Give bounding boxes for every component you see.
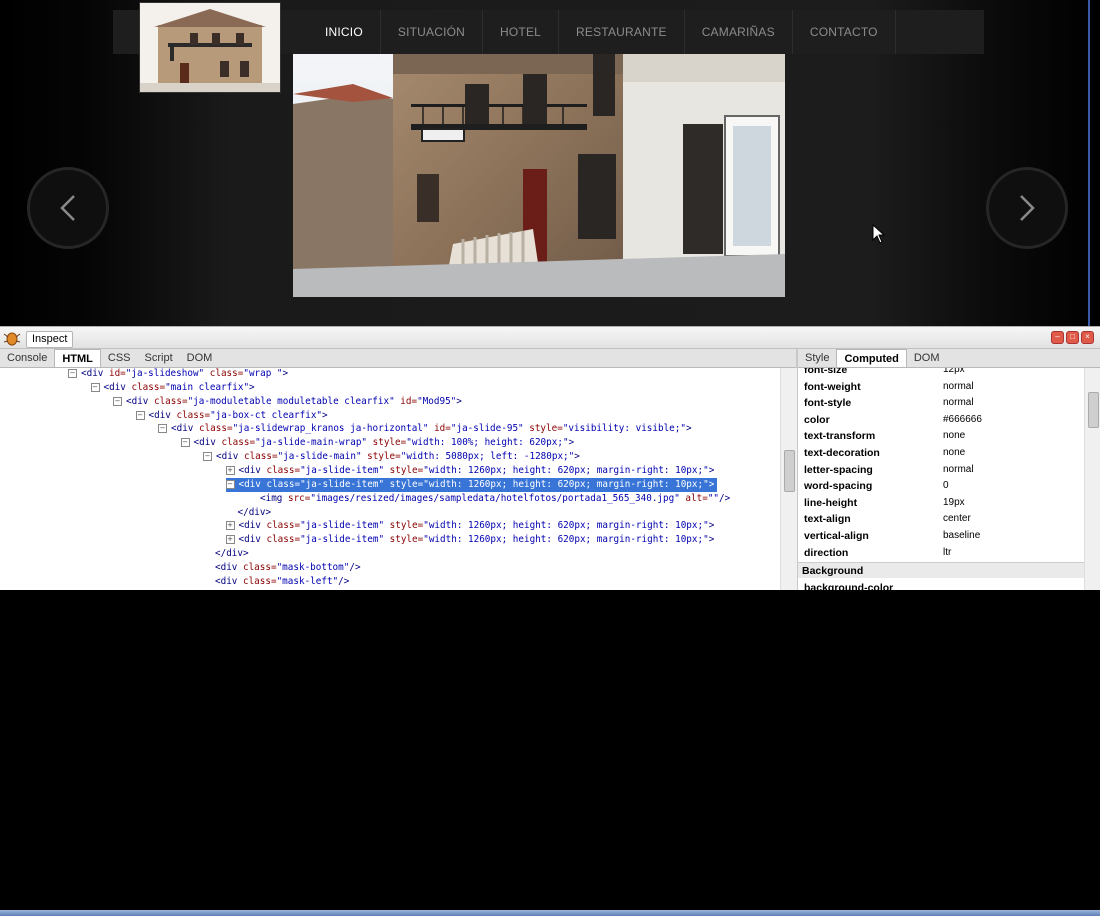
side-panel-tab-bar: Style Computed DOM bbox=[798, 349, 1100, 368]
computed-prop-value: ltr bbox=[943, 546, 952, 558]
scrollbar-thumb[interactable] bbox=[1088, 392, 1099, 428]
html-node-selected[interactable]: − <div class="ja-slide-item" style="width… bbox=[225, 477, 718, 492]
computed-prop-name: text-decoration bbox=[804, 447, 880, 459]
collapse-icon[interactable]: − bbox=[203, 452, 212, 462]
computed-prop-name: line-height bbox=[804, 496, 858, 509]
html-node-row[interactable]: <div class="mask-left"/> bbox=[215, 575, 349, 589]
computed-prop-value: baseline bbox=[943, 530, 981, 541]
computed-style-panel: Background background-color font-size 12p… bbox=[798, 368, 1084, 590]
html-node-row[interactable]: </div> bbox=[215, 547, 249, 561]
html-tree-panel: − <div id="ja-slideshow" class="wrap "> − <… bbox=[0, 368, 780, 590]
computed-prop-value: normal bbox=[943, 397, 974, 409]
collapse-icon[interactable]: − bbox=[158, 424, 167, 434]
html-node-row[interactable]: <div class="mask-bottom"/> bbox=[215, 561, 361, 575]
tab-css[interactable]: CSS bbox=[101, 349, 138, 367]
slide-prev-button[interactable] bbox=[27, 167, 109, 249]
firebug-toolbar: Inspect – □ × bbox=[0, 326, 1100, 349]
taskbar-strip bbox=[0, 910, 1100, 916]
computed-prop-name: font-style bbox=[804, 397, 852, 410]
menu-item-restaurante[interactable]: RESTAURANTE bbox=[559, 10, 685, 54]
collapse-icon[interactable]: − bbox=[135, 410, 145, 420]
computed-prop-name: font-weight bbox=[804, 380, 861, 393]
html-node-row[interactable]: − <div class="ja-slide-main-wrap" style="… bbox=[180, 436, 574, 450]
html-node-row[interactable]: + <div class="ja-slide-item" style="width… bbox=[225, 464, 714, 478]
mouse-cursor-icon bbox=[872, 223, 886, 249]
side-tab-dom[interactable]: DOM bbox=[907, 349, 947, 367]
computed-prop-value: 19px bbox=[943, 496, 965, 508]
style-panel-scrollbar[interactable] bbox=[1084, 368, 1100, 590]
collapse-icon[interactable]: − bbox=[180, 438, 190, 448]
tab-dom[interactable]: DOM bbox=[180, 349, 220, 367]
html-node-row[interactable]: − <div id="ja-slideshow" class="wrap "> bbox=[68, 368, 288, 381]
html-node-row[interactable]: − <div class="ja-moduletable moduletable … bbox=[113, 395, 462, 409]
collapse-icon[interactable]: − bbox=[90, 382, 100, 392]
html-panel-scrollbar[interactable] bbox=[780, 368, 797, 590]
expand-icon[interactable]: + bbox=[225, 465, 235, 475]
computed-prop-value: 0 bbox=[943, 480, 949, 492]
expand-icon[interactable]: + bbox=[225, 521, 235, 531]
main-menu: INICIO SITUACIÓN HOTEL RESTAURANTE CAMARIÑAS… bbox=[308, 10, 896, 54]
html-node-row[interactable]: − <div class="main clearfix"> bbox=[90, 381, 255, 395]
computed-prop-value: center bbox=[943, 513, 971, 525]
firebug-tab-bar: Console HTML CSS Script DOM bbox=[0, 349, 796, 368]
html-node-row[interactable]: + <div class="ja-slide-item" style="width… bbox=[225, 533, 714, 547]
hotel-logo-image[interactable] bbox=[139, 2, 281, 93]
html-node-row[interactable]: <img src="images/resized/images/sampleda… bbox=[260, 492, 730, 506]
collapse-icon[interactable]: − bbox=[113, 396, 122, 406]
slideshow-image[interactable] bbox=[293, 54, 785, 297]
tab-html[interactable]: HTML bbox=[54, 349, 101, 367]
computed-prop-name: letter-spacing bbox=[804, 463, 873, 476]
computed-prop-value: normal bbox=[943, 463, 974, 475]
viewport-edge-line bbox=[1088, 0, 1090, 326]
computed-prop-value: normal bbox=[943, 380, 974, 392]
computed-prop-value: #666666 bbox=[943, 413, 982, 425]
menu-item-situación[interactable]: SITUACIÓN bbox=[381, 10, 484, 54]
computed-prop-name: direction bbox=[804, 546, 849, 559]
collapse-icon[interactable]: − bbox=[68, 369, 77, 378]
html-node-row[interactable]: − <div class="ja-box-ct clearfix"> bbox=[135, 409, 328, 423]
maximize-icon[interactable]: □ bbox=[1066, 331, 1079, 344]
collapse-icon[interactable]: − bbox=[225, 479, 235, 489]
menu-item-hotel[interactable]: HOTEL bbox=[483, 10, 560, 54]
scrollbar-thumb[interactable] bbox=[784, 450, 795, 492]
computed-prop-name: text-transform bbox=[804, 430, 876, 443]
inspect-button[interactable]: Inspect bbox=[26, 331, 74, 348]
firebug-icon[interactable] bbox=[3, 330, 21, 351]
html-node-row[interactable]: − <div class="ja-slidewrap_kranos ja-hori… bbox=[158, 422, 692, 436]
menu-item-camariñas[interactable]: CAMARIÑAS bbox=[685, 10, 793, 54]
computed-prop-name: vertical-align bbox=[804, 530, 869, 542]
menu-item-inicio[interactable]: INICIO bbox=[308, 10, 381, 54]
expand-icon[interactable]: + bbox=[225, 535, 235, 545]
menu-item-contacto[interactable]: CONTACTO bbox=[793, 10, 896, 54]
computed-prop-name: text-align bbox=[804, 513, 851, 526]
close-icon[interactable]: × bbox=[1081, 331, 1094, 344]
computed-prop-value: 12px bbox=[943, 368, 965, 375]
computed-prop-name: word-spacing bbox=[804, 480, 873, 493]
computed-prop-name: font-size bbox=[804, 368, 848, 376]
section-header-background[interactable]: Background bbox=[798, 562, 1084, 578]
tab-console[interactable]: Console bbox=[0, 349, 54, 367]
computed-prop-value: none bbox=[943, 430, 966, 442]
html-node-row[interactable]: + <div class="ja-slide-item" style="width… bbox=[225, 519, 714, 533]
window-controls: – □ × bbox=[1051, 331, 1094, 344]
tab-script[interactable]: Script bbox=[138, 349, 180, 367]
firebug-panel: Inspect – □ × Console HTML CSS Script DOM St… bbox=[0, 326, 1100, 916]
minimize-icon[interactable]: – bbox=[1051, 331, 1064, 344]
slide-next-button[interactable] bbox=[986, 167, 1068, 249]
side-tab-style[interactable]: Style bbox=[798, 349, 836, 367]
website-viewport: INICIO SITUACIÓN HOTEL RESTAURANTE CAMARIÑAS… bbox=[0, 0, 1100, 326]
html-node-row[interactable]: </div> bbox=[238, 506, 272, 520]
html-node-row[interactable]: − <div class="ja-slide-main" style="width… bbox=[203, 450, 580, 464]
computed-prop-value: none bbox=[943, 447, 966, 458]
computed-prop-name: color bbox=[804, 413, 830, 426]
side-tab-computed[interactable]: Computed bbox=[836, 349, 907, 367]
computed-prop-name: background-color bbox=[804, 582, 894, 590]
